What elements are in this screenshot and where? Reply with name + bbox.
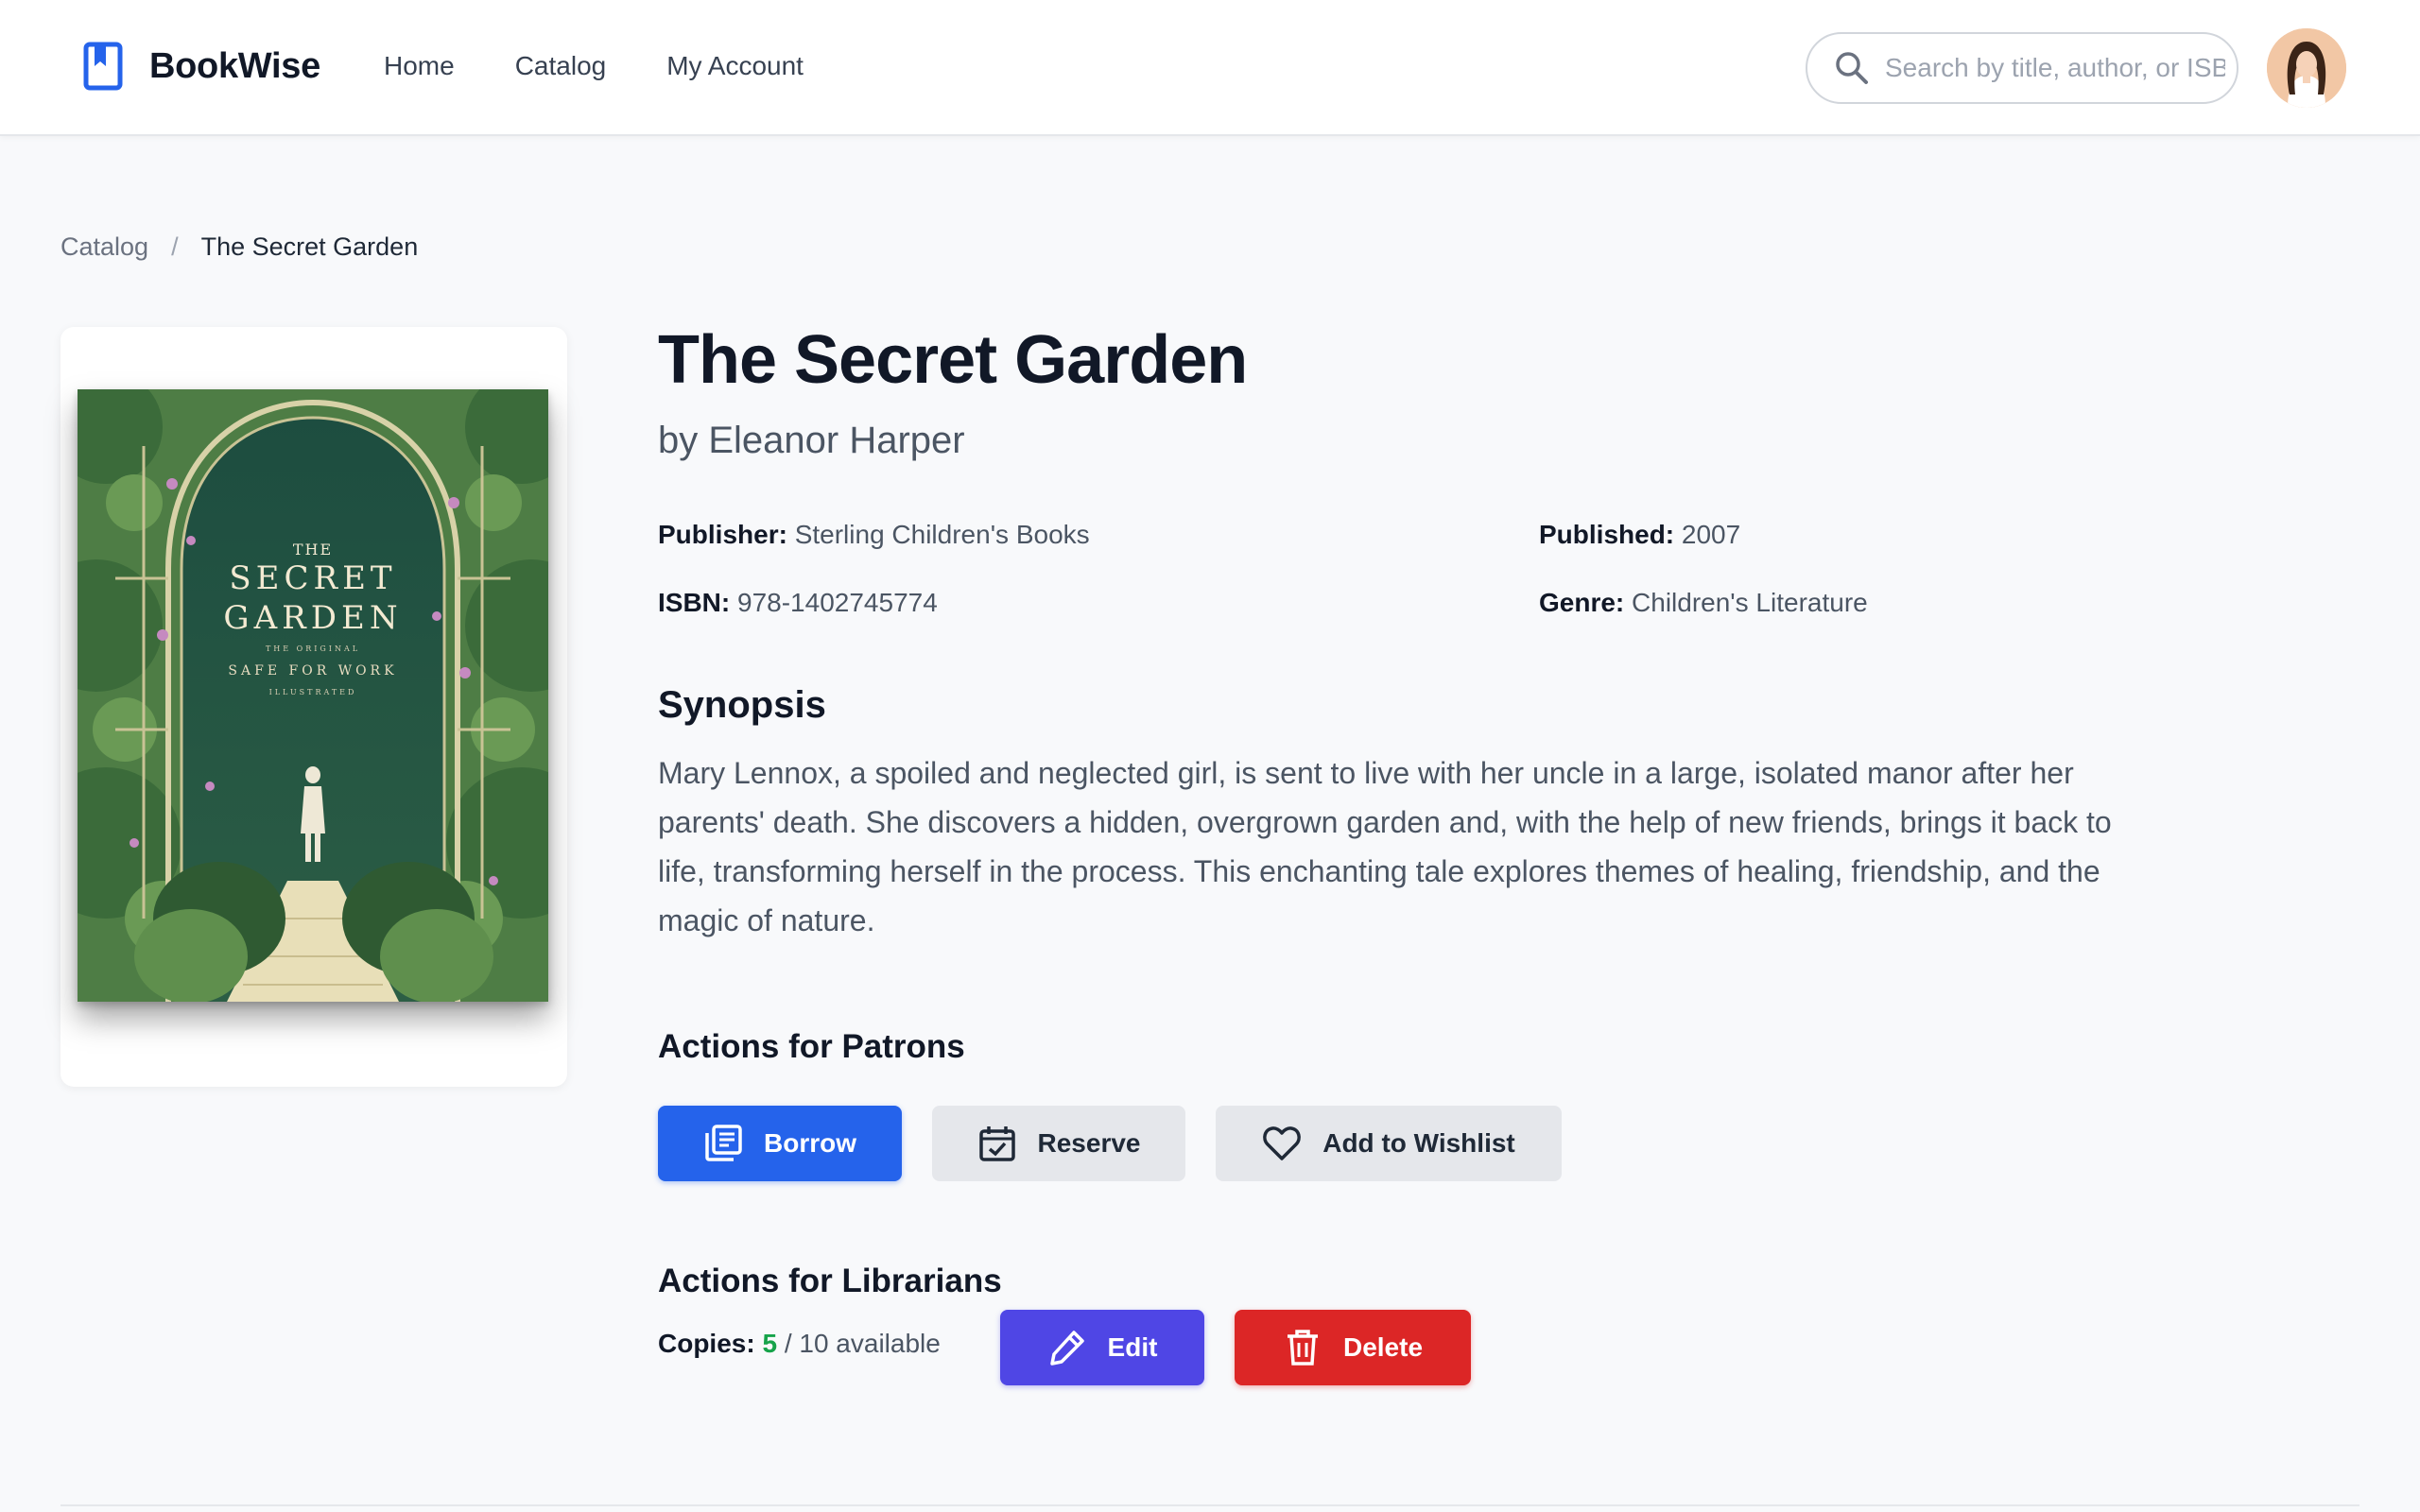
nav-catalog[interactable]: Catalog — [515, 51, 607, 81]
cover-text-small: THE ORIGINAL — [265, 644, 361, 653]
nav-my-account[interactable]: My Account — [666, 51, 804, 81]
published-value: 2007 — [1681, 520, 1741, 549]
top-navbar: BookWise Home Catalog My Account — [0, 0, 2420, 136]
search-input[interactable] — [1885, 53, 2225, 83]
calendar-check-icon — [978, 1126, 1015, 1161]
add-to-wishlist-button[interactable]: Add to Wishlist — [1216, 1106, 1562, 1181]
published-field: Published: 2007 — [1539, 520, 1740, 550]
book-title: The Secret Garden — [658, 322, 1248, 398]
book-cover-card: THE SECRET GARDEN THE ORIGINAL SAFE FOR … — [60, 327, 567, 1087]
reserve-button[interactable]: Reserve — [932, 1106, 1185, 1181]
user-avatar[interactable] — [2267, 28, 2346, 108]
app-logo[interactable]: BookWise — [83, 42, 320, 91]
breadcrumb-current: The Secret Garden — [200, 232, 419, 261]
app-name: BookWise — [149, 45, 320, 86]
copies-available-count: 5 — [762, 1329, 778, 1358]
librarian-actions-heading: Actions for Librarians — [658, 1263, 1002, 1299]
trash-icon — [1287, 1330, 1318, 1366]
footer-divider — [60, 1504, 2360, 1506]
pencil-icon — [1049, 1331, 1084, 1366]
breadcrumb-separator: / — [171, 232, 179, 261]
genre-field: Genre: Children's Literature — [1539, 588, 1868, 618]
borrow-label: Borrow — [764, 1128, 856, 1158]
breadcrumb: Catalog / The Secret Garden — [60, 232, 418, 262]
synopsis-text: Mary Lennox, a spoiled and neglected gir… — [658, 756, 2112, 937]
isbn-field: ISBN: 978-1402745774 — [658, 588, 938, 618]
cover-text-garden: GARDEN — [223, 599, 403, 637]
breadcrumb-catalog-link[interactable]: Catalog — [60, 232, 148, 262]
edit-label: Edit — [1107, 1332, 1158, 1362]
publisher-label: Publisher: — [658, 520, 787, 549]
isbn-label: ISBN: — [658, 588, 731, 617]
borrow-button[interactable]: Borrow — [658, 1106, 902, 1181]
delete-button[interactable]: Delete — [1235, 1310, 1471, 1385]
wishlist-label: Add to Wishlist — [1322, 1128, 1515, 1158]
publisher-field: Publisher: Sterling Children's Books — [658, 520, 1090, 550]
book-cover-image: THE SECRET GARDEN THE ORIGINAL SAFE FOR … — [78, 389, 548, 1002]
patron-actions-heading: Actions for Patrons — [658, 1028, 965, 1065]
copies-total: / 10 available — [784, 1329, 941, 1358]
synopsis-heading: Synopsis — [658, 684, 826, 726]
cover-text-secret: SECRET — [229, 559, 397, 597]
heart-icon — [1263, 1126, 1302, 1160]
edit-button[interactable]: Edit — [1000, 1310, 1204, 1385]
main-nav: Home Catalog My Account — [384, 51, 864, 81]
genre-value: Children's Literature — [1632, 588, 1868, 617]
delete-label: Delete — [1342, 1332, 1424, 1362]
genre-label: Genre: — [1539, 588, 1625, 617]
book-author: by Eleanor Harper — [658, 420, 965, 461]
reserve-label: Reserve — [1037, 1128, 1141, 1158]
nav-home[interactable]: Home — [384, 51, 455, 81]
publisher-value: Sterling Children's Books — [794, 520, 1090, 549]
copies-label: Copies: — [658, 1329, 755, 1358]
search-bar[interactable] — [1806, 32, 2238, 104]
cover-text-the: THE — [292, 541, 334, 558]
library-books-icon — [705, 1125, 742, 1161]
published-label: Published: — [1539, 520, 1675, 549]
cover-tagline: SAFE FOR WORK — [228, 663, 398, 679]
isbn-value: 978-1402745774 — [737, 588, 938, 617]
bookmark-book-icon — [83, 42, 123, 91]
search-icon — [1836, 52, 1868, 84]
cover-text-small-2: ILLUSTRATED — [268, 688, 357, 696]
copies-available: Copies: 5 / 10 available — [658, 1329, 941, 1359]
